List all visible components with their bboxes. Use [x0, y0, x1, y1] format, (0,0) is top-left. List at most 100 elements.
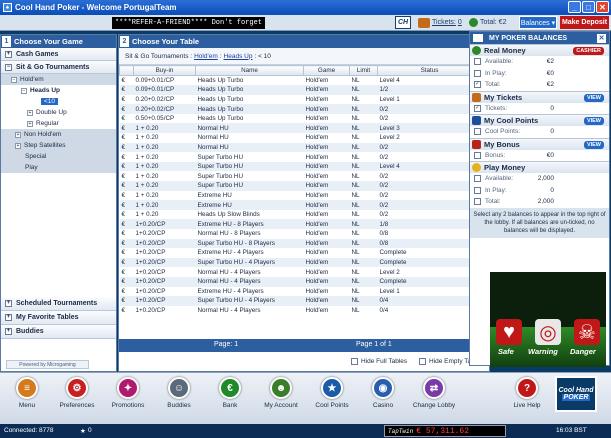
column-header-currency[interactable]: [119, 65, 134, 76]
column-header-status[interactable]: Status: [377, 65, 482, 76]
table-row[interactable]: €0.20+0.02/CP Heads Up Turbo Hold'em NL 0/2: [119, 104, 482, 114]
expand-icon[interactable]: +: [15, 131, 21, 138]
table-row[interactable]: €1 + 0.20 Super Turbo HU Hold'em NL 0/2: [119, 152, 482, 162]
tree-item-step-satellites[interactable]: + Step Satellites: [1, 140, 116, 151]
promotions-button[interactable]: ✦ Promotions: [101, 377, 155, 421]
column-header-name[interactable]: Name: [195, 65, 304, 76]
view-points-button[interactable]: VIEW: [583, 117, 604, 125]
breadcrumb-link-holdem[interactable]: Hold'em: [194, 53, 218, 60]
breadcrumb-link-heads-up[interactable]: Heads Up: [224, 53, 253, 60]
table-row[interactable]: €1+0.20/CP Normal HU - 4 Players Hold'em NL…: [119, 305, 482, 316]
column-header-buy-in[interactable]: Buy-in: [133, 65, 196, 76]
table-row[interactable]: €0.09+0.01/CP Heads Up Turbo Hold'em NL Leve…: [119, 75, 482, 86]
casino-button[interactable]: ◉ Casino: [356, 377, 410, 421]
close-button[interactable]: ✕: [596, 1, 609, 13]
expand-icon[interactable]: +: [27, 120, 33, 127]
checkbox[interactable]: [419, 358, 426, 365]
table-row[interactable]: €1 + 0.20 Extreme HU Hold'em NL 0/2: [119, 190, 482, 201]
table-row[interactable]: €1 + 0.20 Super Turbo HU Hold'em NL Level 4: [119, 161, 482, 172]
table-row[interactable]: €1+0.20/CP Super Turbo HU - 4 Players Hold…: [119, 296, 482, 306]
tree-item-special[interactable]: Special: [1, 151, 116, 162]
refer-a-friend-banner[interactable]: ****REFER-A-FRIEND**** Don't forget: [112, 17, 265, 29]
table-row[interactable]: €1 + 0.20 Super Turbo HU Hold'em NL 0/2: [119, 181, 482, 191]
table-cell: Hold'em: [303, 209, 350, 220]
category-sit-go[interactable]: − Sit & Go Tournaments: [1, 61, 116, 74]
table-cell: NL: [349, 267, 378, 277]
balances-dropdown-button[interactable]: Balances ▾: [519, 16, 557, 29]
checkbox[interactable]: [474, 186, 481, 194]
promo-banner[interactable]: ♥ ◎ ☠ Safe Warning Danger: [490, 272, 606, 367]
make-deposit-button[interactable]: Make Deposit: [560, 16, 609, 29]
hide-full-tables-toggle[interactable]: Hide Full Tables: [351, 358, 407, 365]
checkbox[interactable]: [474, 198, 481, 206]
my-account-button[interactable]: ☻ My Account: [254, 377, 308, 421]
table-row[interactable]: €1+0.20/CP Normal HU - 8 Players Hold'em NL…: [119, 229, 482, 239]
tree-item-under-10[interactable]: <10: [1, 96, 116, 107]
jackpot-ticker[interactable]: TapTwin € 57,311.62: [384, 425, 506, 437]
tree-item-double-up[interactable]: + Double Up: [1, 107, 116, 118]
tree-item-holdem[interactable]: − Hold'em: [1, 74, 116, 85]
column-header-limit[interactable]: Limit: [349, 65, 378, 76]
collapse-icon[interactable]: −: [21, 87, 27, 94]
table-row[interactable]: €1+0.20/CP Extreme HU - 4 Players Hold'em N…: [119, 286, 482, 297]
checkbox-checked[interactable]: ✓: [474, 81, 481, 89]
table-row[interactable]: €1+0.20/CP Extreme HU - 4 Players Hold'em N…: [119, 248, 482, 258]
tree-item-non-holdem[interactable]: + Non Hold'em: [1, 129, 116, 140]
expand-icon[interactable]: +: [5, 300, 12, 307]
close-icon[interactable]: ✕: [597, 33, 606, 43]
table-row[interactable]: €0.20+0.02/CP Heads Up Turbo Hold'em NL Leve…: [119, 94, 482, 105]
table-row[interactable]: €1+0.20/CP Normal HU - 4 Players Hold'em NL…: [119, 267, 482, 277]
view-bonus-button[interactable]: VIEW: [583, 140, 604, 149]
maximize-button[interactable]: □: [582, 1, 595, 13]
expand-icon[interactable]: +: [5, 314, 12, 321]
cool-points-button[interactable]: ★ Cool Points: [305, 377, 359, 421]
checkbox[interactable]: [474, 58, 481, 66]
table-row[interactable]: €1+0.20/CP Normal HU - 4 Players Hold'em NL…: [119, 276, 482, 287]
category-label: My Favorite Tables: [16, 314, 79, 321]
table-row[interactable]: €1+0.20/CP Super Turbo HU - 8 Players Hold…: [119, 238, 482, 249]
checkbox[interactable]: [474, 128, 481, 136]
buddies-button[interactable]: ☺ Buddies: [152, 377, 206, 421]
table-cell: Normal HU: [195, 133, 304, 143]
table-row[interactable]: €0.09+0.01/CP Heads Up Turbo Hold'em NL 1/2: [119, 85, 482, 95]
bank-button[interactable]: € Bank: [203, 377, 257, 421]
table-row[interactable]: €1 + 0.20 Super Turbo HU Hold'em NL 0/2: [119, 171, 482, 182]
cashier-button[interactable]: CASHIER: [573, 47, 604, 55]
table-cell: €: [119, 238, 134, 249]
table-row[interactable]: €1 + 0.20 Extreme HU Hold'em NL 0/2: [119, 200, 482, 210]
table-row[interactable]: €1 + 0.20 Normal HU Hold'em NL Level 2: [119, 133, 482, 143]
tree-item-play[interactable]: Play: [1, 162, 116, 173]
menu-button[interactable]: ≡ Menu: [0, 377, 54, 421]
collapse-icon[interactable]: −: [11, 76, 17, 83]
checkbox[interactable]: [351, 358, 358, 365]
change-lobby-button[interactable]: ⇄ Change Lobby: [407, 377, 461, 421]
category-scheduled-tournaments[interactable]: + Scheduled Tournaments: [1, 297, 116, 311]
expand-icon[interactable]: +: [27, 109, 33, 116]
expand-icon[interactable]: +: [15, 142, 21, 149]
category-cash-games[interactable]: + Cash Games: [1, 48, 116, 61]
tree-item-heads-up[interactable]: − Heads Up: [1, 85, 116, 96]
connection-status: Connected: 8778: [4, 427, 54, 434]
checkbox[interactable]: [474, 175, 481, 183]
checkbox[interactable]: [474, 69, 481, 77]
minimize-button[interactable]: _: [568, 1, 581, 13]
expand-icon[interactable]: +: [5, 328, 12, 335]
table-row[interactable]: €1 + 0.20 Normal HU Hold'em NL Level 3: [119, 123, 482, 134]
table-row[interactable]: €1 + 0.20 Normal HU Hold'em NL 0/2: [119, 142, 482, 153]
expand-icon[interactable]: +: [5, 50, 12, 58]
category-buddies[interactable]: + Buddies: [1, 325, 116, 339]
table-row[interactable]: €1+0.20/CP Extreme HU - 8 Players Hold'em N…: [119, 219, 482, 229]
view-tickets-button[interactable]: VIEW: [583, 93, 604, 102]
column-header-game[interactable]: Game: [303, 65, 350, 76]
tree-item-regular[interactable]: + Regular: [1, 118, 116, 129]
checkbox[interactable]: [474, 151, 481, 159]
tickets-indicator[interactable]: Tickets: 0: [418, 16, 462, 29]
table-row[interactable]: €0.50+0.05/CP Heads Up Turbo Hold'em NL 0/2: [119, 113, 482, 124]
category-favorite-tables[interactable]: + My Favorite Tables: [1, 311, 116, 325]
table-row[interactable]: €1 + 0.20 Heads Up Slow Blinds Hold'em NL 0/…: [119, 209, 482, 220]
collapse-icon[interactable]: −: [5, 63, 12, 71]
live-help-button[interactable]: ? Live Help: [500, 377, 554, 421]
table-row[interactable]: €1+0.20/CP Super Turbo HU - 4 Players Hold…: [119, 257, 482, 268]
preferences-button[interactable]: ⚙ Preferences: [50, 377, 104, 421]
checkbox-checked[interactable]: ✓: [474, 104, 481, 112]
